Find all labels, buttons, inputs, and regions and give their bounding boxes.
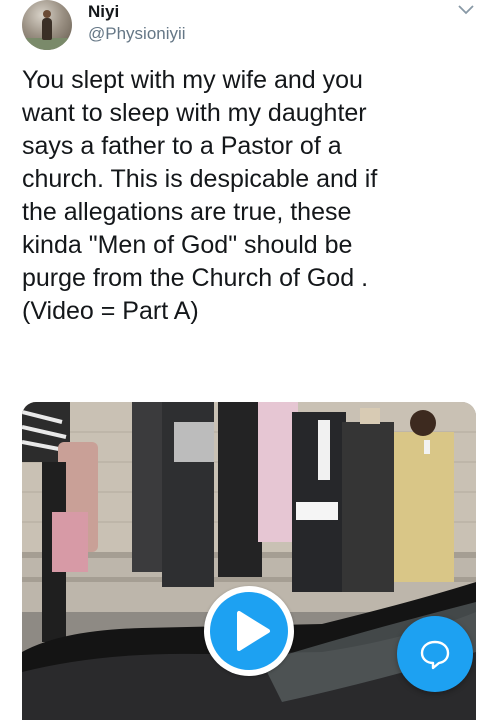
author-name[interactable]: Niyi — [88, 2, 119, 22]
play-button[interactable] — [204, 586, 294, 676]
author-handle[interactable]: @Physioniyii — [88, 24, 186, 44]
chevron-down-icon[interactable] — [456, 2, 476, 18]
speech-bubble-icon — [420, 640, 450, 670]
tweet-text: You slept with my wife and you want to s… — [22, 66, 378, 325]
play-icon — [237, 611, 270, 651]
avatar[interactable] — [22, 0, 72, 50]
compose-button[interactable] — [397, 616, 473, 692]
